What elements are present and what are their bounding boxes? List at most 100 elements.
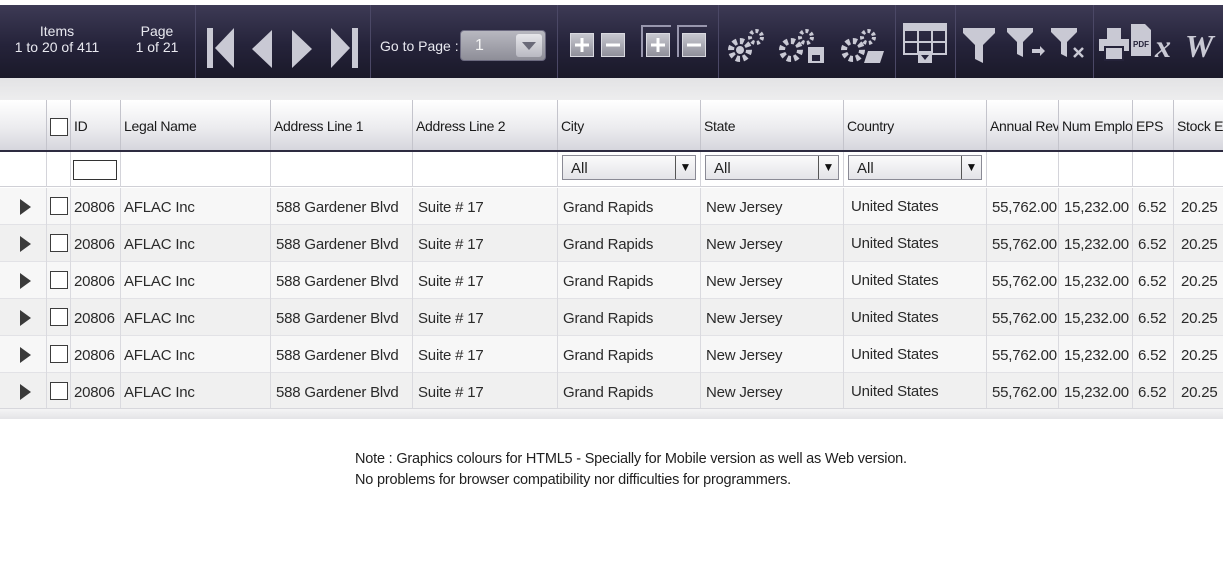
cell-address-line-1: 588 Gardener Blvd [271,262,413,299]
cell-legal-name: AFLAC Inc [121,262,271,299]
chevron-down-icon[interactable] [516,34,542,57]
cell-stock-ex: 20.25 [1181,384,1218,401]
cell-legal-name: AFLAC Inc [121,225,271,262]
country-filter-select[interactable]: All ▼ [848,155,982,180]
print-icon[interactable] [1098,27,1130,61]
settings-icon[interactable] [727,27,767,63]
filter-cell: All ▼ [701,152,844,187]
cell-country: United States [844,188,987,225]
filter-icon[interactable] [962,27,996,65]
row-checkbox[interactable] [50,197,68,215]
filter-apply-icon[interactable] [1006,27,1046,63]
column-header-address-line-1[interactable]: Address Line 1 [271,100,413,150]
word-export-icon[interactable]: W [1185,27,1223,61]
cell-annual-rev: 55,762.00 [987,336,1059,373]
table-row[interactable]: 20806 AFLAC Inc 588 Gardener Blvd Suite … [0,225,1223,262]
row-select-cell [47,188,71,225]
prev-page-icon[interactable] [250,29,274,69]
cell-country: United States [844,225,987,262]
column-header-stock-ex[interactable]: Stock Ex [1174,100,1223,150]
expand-row-icon[interactable] [20,273,31,289]
row-select-cell [47,336,71,373]
table-row[interactable]: 20806 AFLAC Inc 588 Gardener Blvd Suite … [0,262,1223,299]
cell-stock-ex: 20.25 [1181,310,1218,327]
settings-save-icon[interactable] [778,27,826,65]
column-header-city[interactable]: City [558,100,701,150]
table-row[interactable]: 20806 AFLAC Inc 588 Gardener Blvd Suite … [0,373,1223,410]
country-filter-value: All [857,160,874,177]
cell-annual-rev: 55,762.00 [987,188,1059,225]
note-text: Note : Graphics colours for HTML5 - Spec… [355,449,907,491]
filter-row: All ▼ All ▼ All ▼ [0,152,1223,187]
column-header-id[interactable]: ID [71,100,121,150]
cell-address-line-2: Suite # 17 [413,336,558,373]
column-header-eps[interactable]: EPS [1133,100,1174,150]
table-row[interactable]: 20806 AFLAC Inc 588 Gardener Blvd Suite … [0,299,1223,336]
row-expander[interactable] [0,373,47,410]
cell-stock-ex: 20.25 [1181,273,1218,290]
select-all-checkbox[interactable] [50,118,68,136]
filter-cell: All ▼ [844,152,987,187]
expand-all-icon[interactable] [570,33,594,57]
excel-export-icon[interactable]: x [1152,27,1188,61]
row-expander[interactable] [0,262,47,299]
cell-address-line-2: Suite # 17 [413,373,558,410]
expand-row-icon[interactable] [20,384,31,400]
goto-page-value: 1 [475,37,484,54]
row-checkbox[interactable] [50,234,68,252]
table-row[interactable]: 20806 AFLAC Inc 588 Gardener Blvd Suite … [0,188,1223,225]
id-filter-input[interactable] [73,160,117,180]
row-checkbox[interactable] [50,382,68,400]
expand-group-icon[interactable] [641,25,671,57]
cell-id: 20806 [71,299,121,336]
column-header-state[interactable]: State [701,100,844,150]
cell-eps: 6.52 [1133,225,1174,262]
page-range: 1 of 21 [135,39,179,55]
grid-group-panel [0,78,1223,100]
column-header-address-line-2[interactable]: Address Line 2 [413,100,558,150]
row-checkbox[interactable] [50,308,68,326]
row-expander[interactable] [0,225,47,262]
next-page-icon[interactable] [290,29,314,69]
cell-num-employ: 15,232.00 [1059,299,1133,336]
collapse-all-icon[interactable] [601,33,625,57]
row-checkbox[interactable] [50,271,68,289]
column-header-annual-rev[interactable]: Annual Rev [987,100,1059,150]
row-expander[interactable] [0,299,47,336]
state-filter-select[interactable]: All ▼ [705,155,839,180]
pdf-export-icon[interactable]: PDF [1130,23,1152,57]
last-page-icon[interactable] [329,27,359,69]
expand-row-icon[interactable] [20,199,31,215]
expand-row-icon[interactable] [20,310,31,326]
expand-row-icon[interactable] [20,347,31,363]
dropdown-arrow-icon[interactable]: ▼ [818,156,838,179]
column-header-country[interactable]: Country [844,100,987,150]
row-expander[interactable] [0,336,47,373]
dropdown-arrow-icon[interactable]: ▼ [961,156,981,179]
row-checkbox[interactable] [50,345,68,363]
cell-num-employ: 15,232.00 [1059,373,1133,410]
column-chooser-icon[interactable] [903,23,947,65]
settings-open-icon[interactable] [840,27,888,65]
cell-state: New Jersey [701,188,844,225]
column-header-legal-name[interactable]: Legal Name [121,100,271,150]
toolbar-divider [955,5,956,78]
items-range: 1 to 20 of 411 [14,39,100,55]
table-row[interactable]: 20806 AFLAC Inc 588 Gardener Blvd Suite … [0,336,1223,373]
dropdown-arrow-icon[interactable]: ▼ [675,156,695,179]
row-expander[interactable] [0,188,47,225]
expand-row-icon[interactable] [20,236,31,252]
cell-city: Grand Rapids [558,225,701,262]
column-header-num-employ[interactable]: Num Employ [1059,100,1133,150]
filter-clear-icon[interactable] [1050,27,1086,63]
collapse-group-icon[interactable] [677,25,707,57]
cell-address-line-1: 588 Gardener Blvd [271,225,413,262]
note-line-2: No problems for browser compatibility no… [355,472,791,488]
city-filter-select[interactable]: All ▼ [562,155,696,180]
page-info: Page 1 of 21 [130,23,184,55]
goto-page-select[interactable]: 1 [460,30,546,61]
first-page-icon[interactable] [206,27,236,69]
filter-cell [1133,152,1174,187]
grid-footer [0,408,1223,419]
cell-stock-ex: 20.25 [1181,199,1218,216]
